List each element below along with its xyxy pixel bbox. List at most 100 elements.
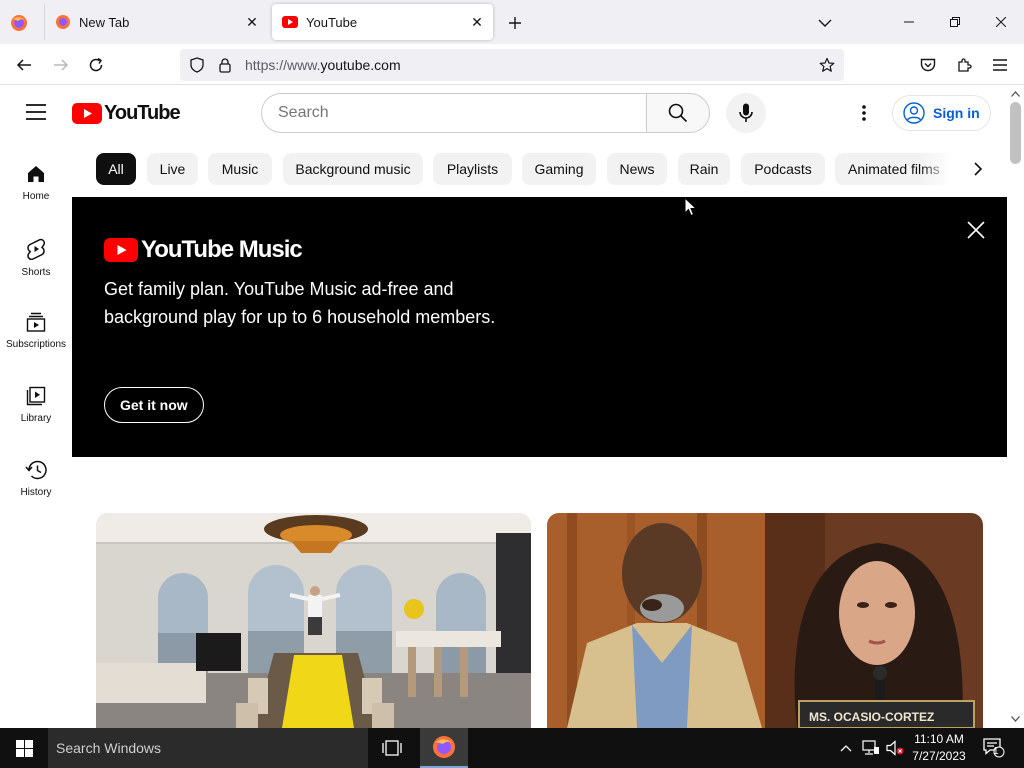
youtube-music-promo-banner: YouTube Music Get family plan. YouTube M… [72,197,1007,457]
notification-count-badge: 1 [993,746,999,757]
chip-gaming[interactable]: Gaming [522,153,596,185]
youtube-logo[interactable]: YouTube [72,101,181,125]
chip-podcasts[interactable]: Podcasts [741,153,825,185]
task-view-icon [382,740,402,756]
tab-youtube[interactable]: YouTube ✕ [272,4,493,40]
guide-menu-icon[interactable] [20,96,52,128]
lock-icon[interactable] [211,51,239,79]
guide-item-history[interactable]: History [0,446,72,520]
firefox-icon [55,14,71,30]
sign-in-button[interactable]: Sign in [892,95,991,131]
search-box [261,93,647,133]
banner-message: Get family plan. YouTube Music ad-free a… [104,279,496,327]
sign-in-label: Sign in [933,105,980,121]
hearing-split-screen-image: MS. OCASIO-CORTEZ [547,513,983,728]
close-icon [967,221,985,239]
youtube-favicon-icon [282,14,298,30]
settings-more-button[interactable] [848,97,880,129]
guide-item-subscriptions[interactable]: Subscriptions [0,298,72,372]
windows-logo-icon [15,739,33,757]
banner-logo-text: YouTube Music [141,236,303,263]
voice-search-button[interactable] [726,93,766,133]
guide-item-label: Shorts [21,267,51,278]
chip-news[interactable]: News [607,153,667,185]
chip-background-music[interactable]: Background music [283,153,423,185]
new-tab-button[interactable] [502,10,528,36]
shorts-icon [27,238,46,260]
chip-live[interactable]: Live [147,153,198,185]
tab-new-tab[interactable]: New Tab ✕ [44,4,268,40]
chips-next-button[interactable] [962,153,994,185]
history-icon [25,460,47,480]
restore-window-button[interactable] [932,0,978,44]
more-vertical-icon [862,105,866,121]
scrollbar-thumb[interactable] [1010,102,1021,164]
dismiss-banner-button[interactable] [962,216,990,244]
extensions-icon[interactable] [949,50,979,80]
page-scrollbar[interactable] [1007,85,1024,728]
url-text: https://www.youtube.com [245,57,401,73]
list-all-tabs-icon[interactable] [814,12,836,34]
guide-item-library[interactable]: Library [0,372,72,446]
minimize-window-button[interactable] [886,0,932,44]
home-icon [28,166,44,182]
start-button[interactable] [0,728,48,768]
address-bar[interactable]: https://www.youtube.com [180,49,844,81]
tab-title: YouTube [306,14,358,30]
nameplate-caption: MS. OCASIO-CORTEZ [809,710,934,724]
scroll-down-arrow-icon[interactable] [1007,711,1024,727]
bookmark-star-icon[interactable] [813,51,841,79]
close-tab-icon[interactable]: ✕ [240,10,264,34]
reload-button[interactable] [81,50,111,80]
chevron-right-icon [974,162,982,176]
guide-item-label: History [20,487,52,498]
tracking-protection-shield-icon[interactable] [183,51,211,79]
network-icon[interactable] [860,728,882,768]
guide-item-label: Subscriptions [5,339,67,350]
microphone-icon [739,103,753,122]
video-thumbnail[interactable] [96,513,531,728]
task-view-button[interactable] [372,728,412,768]
forward-button[interactable] [46,50,76,80]
youtube-music-logo: YouTube Music [104,236,303,264]
taskbar-clock[interactable]: 11:10 AM 7/27/2023 [908,730,970,766]
firefox-view-icon[interactable] [8,12,30,34]
search-input[interactable] [278,104,647,122]
close-window-button[interactable] [978,0,1024,44]
video-thumbnail[interactable]: MS. OCASIO-CORTEZ [547,513,983,728]
search-button[interactable] [646,93,710,133]
taskbar-search-box[interactable]: Search Windows [48,728,368,768]
volume-muted-icon[interactable] [884,728,906,768]
taskbar-firefox-button[interactable] [420,728,468,768]
chip-bar-fade [920,150,960,188]
app-menu-icon[interactable] [985,50,1015,80]
mouse-cursor-icon [684,197,698,217]
guide-item-label: Home [22,191,50,202]
youtube-play-logo-icon [72,102,102,124]
guide-item-home[interactable]: Home [0,150,72,224]
chip-playlists[interactable]: Playlists [433,153,512,185]
close-tab-icon[interactable]: ✕ [465,10,489,34]
subscriptions-icon [26,312,46,332]
chip-music[interactable]: Music [208,153,272,185]
back-button[interactable] [9,50,39,80]
youtube-play-logo-icon [104,238,138,262]
scroll-up-arrow-icon[interactable] [1007,86,1024,102]
browser-navigation-bar: https://www.youtube.com [0,44,1024,85]
library-icon [26,386,46,406]
clock-date: 7/27/2023 [912,749,966,763]
chip-all[interactable]: All [96,153,136,185]
browser-tab-bar: New Tab ✕ YouTube ✕ [0,0,1024,44]
penthouse-dining-room-image [96,513,531,728]
show-hidden-icons-chevron-up-icon[interactable] [836,728,856,768]
action-center-button[interactable]: 1 [980,728,1008,768]
chip-rain[interactable]: Rain [678,153,730,185]
logo-text: YouTube [104,101,181,124]
clock-time: 11:10 AM [914,732,964,746]
pocket-icon[interactable] [913,50,943,80]
guide-item-shorts[interactable]: Shorts [0,224,72,298]
firefox-icon [433,736,455,758]
get-it-now-button[interactable]: Get it now [104,387,204,423]
windows-taskbar: Search Windows 11:10 AM 7/27/2023 1 [0,728,1024,768]
account-circle-icon [903,102,925,124]
